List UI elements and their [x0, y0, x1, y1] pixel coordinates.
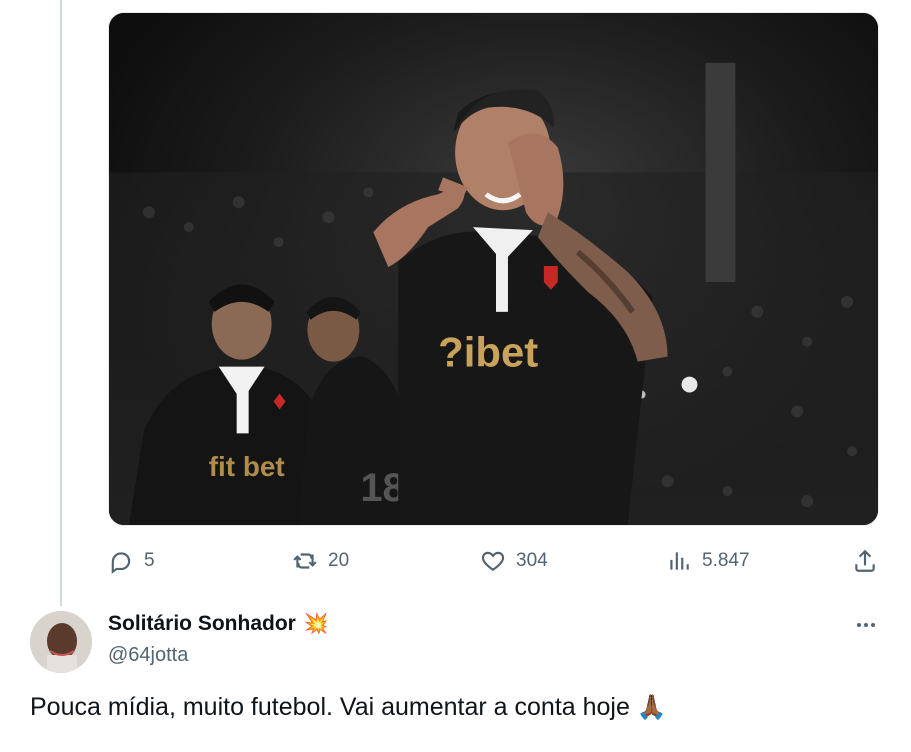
views-count: 5.847	[702, 550, 750, 571]
praying-hands-emoji: 🙏🏾	[636, 694, 667, 721]
more-dot	[864, 623, 868, 627]
thread-line	[60, 0, 62, 606]
more-dot	[871, 623, 875, 627]
svg-text:?ibet: ?ibet	[438, 329, 538, 376]
more-dot	[857, 623, 861, 627]
author-handle[interactable]: @64jotta	[108, 644, 188, 667]
tweet-media-photo[interactable]: fit bet 18 ?ibet	[108, 12, 879, 526]
views-button[interactable]: 5.847	[666, 544, 750, 578]
heart-icon	[481, 551, 505, 571]
avatar-image	[30, 611, 92, 673]
reply-icon	[111, 552, 131, 574]
more-icon[interactable]	[852, 612, 880, 638]
author-line: Solitário Sonhador 💥	[108, 612, 329, 636]
retweet-icon	[293, 553, 317, 569]
avatar[interactable]	[30, 611, 92, 673]
share-button[interactable]	[852, 544, 878, 578]
reply-count: 5	[144, 550, 155, 571]
reply-button[interactable]: 5	[108, 544, 155, 578]
football-player-photo: fit bet 18 ?ibet	[109, 13, 878, 525]
svg-text:fit bet: fit bet	[209, 451, 285, 482]
svg-text:18: 18	[360, 466, 404, 510]
share-icon	[855, 549, 875, 572]
tweet-text-body: Pouca mídia, muito futebol. Vai aumentar…	[30, 693, 630, 721]
collision-emoji-badge: 💥	[303, 613, 329, 635]
views-icon	[670, 552, 689, 570]
tweet-thread: fit bet 18 ?ibet 5 20 304 5.847 Solitári…	[0, 0, 911, 752]
tweet-actions-bar: 5 20 304 5.847	[108, 544, 880, 578]
tweet-text: Pouca mídia, muito futebol. Vai aumentar…	[30, 693, 667, 722]
retweet-count: 20	[328, 550, 350, 571]
retweet-button[interactable]: 20	[292, 544, 349, 578]
like-count: 304	[516, 550, 548, 571]
author-name[interactable]: Solitário Sonhador	[108, 612, 296, 636]
like-button[interactable]: 304	[480, 544, 548, 578]
